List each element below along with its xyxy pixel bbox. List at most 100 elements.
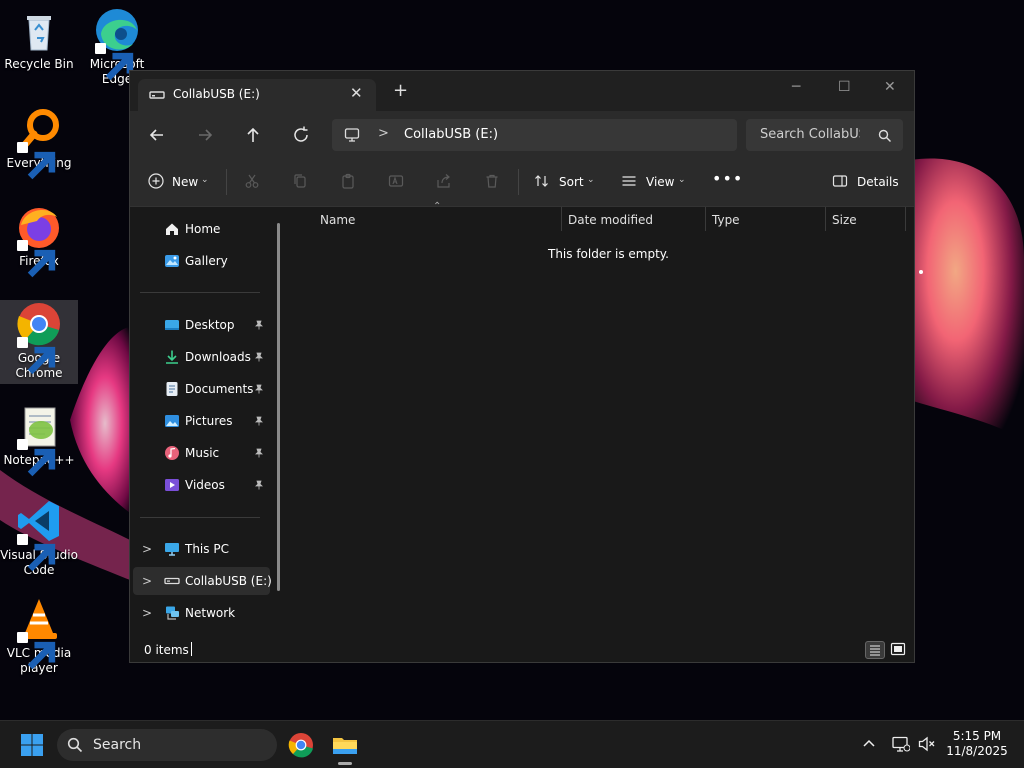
search-box[interactable]: Search CollabUSB <box>746 119 903 151</box>
sidebar-divider <box>140 292 260 293</box>
title-bar[interactable]: CollabUSB (E:) ✕ + ─ ☐ ✕ <box>130 71 914 111</box>
up-icon[interactable] <box>242 124 264 146</box>
chevron-up-icon[interactable] <box>862 737 876 749</box>
column-header-type[interactable]: Type <box>712 213 740 227</box>
taskbar-file-explorer-icon[interactable] <box>329 729 361 761</box>
desktop-icon-chrome[interactable]: Google Chrome <box>0 300 78 384</box>
view-icon[interactable] <box>621 173 637 189</box>
column-divider[interactable] <box>561 207 562 231</box>
search-placeholder: Search CollabUSB <box>760 127 860 142</box>
sort-ascending-icon: ⌃ <box>433 201 442 212</box>
copy-icon[interactable] <box>292 173 308 189</box>
chevron-right-icon[interactable]: > <box>142 574 152 588</box>
delete-icon[interactable] <box>484 173 500 189</box>
taskbar-search-label: Search <box>93 737 142 753</box>
sidebar-item-gallery[interactable]: Gallery <box>130 247 280 275</box>
chevron-right-icon[interactable]: > <box>142 606 152 620</box>
desktop-icon-notepadpp[interactable]: Notepad++ <box>0 402 78 477</box>
breadcrumb-separator[interactable]: > <box>378 126 389 141</box>
tiles-view-icon[interactable] <box>889 641 909 659</box>
breadcrumb-current[interactable]: CollabUSB (E:) <box>404 127 498 142</box>
shortcut-arrow-icon <box>17 337 56 375</box>
column-divider[interactable] <box>825 207 826 231</box>
shortcut-arrow-icon <box>17 240 56 278</box>
sidebar-item-desktop[interactable]: Desktop <box>130 311 280 339</box>
tab-collabusb[interactable]: CollabUSB (E:) ✕ <box>138 79 376 111</box>
desktop-icon-everything[interactable]: Everything <box>0 105 78 180</box>
pin-icon[interactable] <box>254 319 264 333</box>
sort-icon[interactable] <box>534 173 550 189</box>
toolbar-divider <box>518 169 519 195</box>
details-pane-icon[interactable] <box>832 173 848 189</box>
column-header-name[interactable]: Name <box>320 213 355 227</box>
empty-folder-message: This folder is empty. <box>548 247 669 261</box>
pin-icon[interactable] <box>254 383 264 397</box>
pin-icon[interactable] <box>254 415 264 429</box>
item-count: 0 items <box>144 643 189 657</box>
maximize-icon[interactable]: ☐ <box>838 79 851 95</box>
cut-icon[interactable] <box>244 173 260 189</box>
view-button[interactable]: View <box>646 175 674 189</box>
sidebar-item-music[interactable]: Music <box>130 439 280 467</box>
sidebar-item-collabusb[interactable]: > CollabUSB (E:) <box>133 567 272 595</box>
sidebar-item-documents[interactable]: Documents <box>130 375 280 403</box>
rename-icon[interactable] <box>388 173 404 189</box>
edge-icon <box>93 6 141 81</box>
desktop-icon-firefox[interactable]: Firefox <box>0 203 78 278</box>
chevron-down-icon[interactable]: ⌄ <box>678 175 686 185</box>
new-button[interactable]: New <box>172 175 198 189</box>
pin-icon[interactable] <box>254 479 264 493</box>
sidebar-scrollbar[interactable] <box>277 223 280 591</box>
network-status-icon[interactable] <box>892 736 910 752</box>
details-view-icon[interactable] <box>865 641 885 659</box>
everything-icon <box>15 105 63 180</box>
close-window-icon[interactable]: ✕ <box>884 79 896 95</box>
desktop-icon-recycle-bin[interactable]: Recycle Bin <box>0 6 78 72</box>
sidebar-item-this-pc[interactable]: > This PC <box>130 535 280 563</box>
column-header-size[interactable]: Size <box>832 213 857 227</box>
active-app-indicator <box>338 762 352 765</box>
sidebar-item-videos[interactable]: Videos <box>130 471 280 499</box>
close-tab-icon[interactable]: ✕ <box>350 84 363 102</box>
address-field[interactable]: > CollabUSB (E:) <box>332 119 737 151</box>
volume-muted-icon[interactable] <box>918 736 936 752</box>
documents-icon <box>164 381 180 397</box>
refresh-icon[interactable] <box>290 124 312 146</box>
pin-icon[interactable] <box>254 351 264 365</box>
status-divider <box>191 642 192 656</box>
taskbar-search[interactable]: Search <box>57 729 277 761</box>
chevron-right-icon[interactable]: > <box>142 542 152 556</box>
chevron-down-icon[interactable]: ⌄ <box>201 175 209 185</box>
new-tab-icon[interactable]: + <box>393 82 408 100</box>
forward-icon[interactable] <box>194 124 216 146</box>
more-options-icon[interactable]: ••• <box>712 169 743 188</box>
new-plus-icon[interactable] <box>148 173 164 189</box>
back-icon[interactable] <box>146 124 168 146</box>
usb-drive-icon <box>164 573 180 589</box>
sidebar-item-downloads[interactable]: Downloads <box>130 343 280 371</box>
column-header-date-modified[interactable]: Date modified <box>568 213 653 227</box>
taskbar-chrome-icon[interactable] <box>285 729 317 761</box>
minimize-icon[interactable]: ─ <box>792 79 800 95</box>
column-divider[interactable] <box>705 207 706 231</box>
pin-icon[interactable] <box>254 447 264 461</box>
shortcut-arrow-icon <box>17 632 56 670</box>
desktop-icon-vscode[interactable]: Visual Studio Code <box>0 497 78 578</box>
home-icon <box>164 221 180 237</box>
desktop-icon-vlc[interactable]: VLC media player <box>0 595 78 676</box>
start-button[interactable] <box>16 729 48 761</box>
share-icon[interactable] <box>436 173 452 189</box>
sidebar-item-network[interactable]: > Network <box>130 599 280 627</box>
column-divider[interactable] <box>905 207 906 231</box>
details-button[interactable]: Details <box>857 175 899 189</box>
sidebar-item-home[interactable]: Home <box>130 215 280 243</box>
status-bar: 0 items <box>130 637 914 662</box>
system-clock[interactable]: 5:15 PM 11/8/2025 <box>940 729 1014 759</box>
search-icon <box>878 128 892 147</box>
chevron-down-icon[interactable]: ⌄ <box>587 175 595 185</box>
shortcut-arrow-icon <box>95 43 134 81</box>
paste-icon[interactable] <box>340 173 356 189</box>
sidebar-item-pictures[interactable]: Pictures <box>130 407 280 435</box>
sort-button[interactable]: Sort <box>559 175 584 189</box>
address-bar-row: > CollabUSB (E:) Search CollabUSB <box>130 111 914 159</box>
